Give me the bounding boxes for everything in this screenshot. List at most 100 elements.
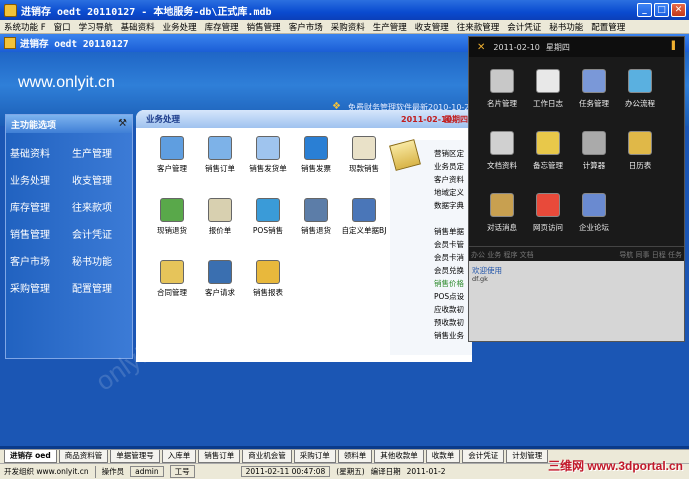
status-weekday: (星期五) — [336, 467, 365, 476]
menu-item[interactable]: 窗口 — [54, 21, 71, 33]
settings-link[interactable]: 营销区定 — [434, 148, 464, 161]
menu-item[interactable]: 会计凭证 — [507, 21, 541, 33]
function-label: 销售订单 — [205, 164, 235, 173]
side-menu-item[interactable]: 基础资料 — [10, 145, 72, 160]
side-menu-item[interactable]: 生产管理 — [72, 145, 134, 160]
office-function-label: 企业论坛 — [579, 223, 609, 232]
window-tab[interactable]: 进销存 oed — [4, 450, 57, 463]
side-menu-item[interactable]: 业务处理 — [10, 172, 72, 187]
office-function-icon — [582, 69, 606, 93]
close-icon[interactable]: ✕ — [477, 42, 485, 53]
window-tab[interactable]: 销售订单 — [198, 450, 241, 463]
office-function-button[interactable]: 工作日志 — [525, 69, 571, 131]
pin-icon[interactable]: ▌ — [672, 41, 678, 50]
window-tab[interactable]: 会计凭证 — [462, 450, 505, 463]
overlay-nav-right[interactable]: 导航 同事 日程 任务 — [619, 250, 682, 260]
side-menu-item[interactable]: 库存管理 — [10, 199, 72, 214]
close-button[interactable]: ✕ — [671, 3, 686, 17]
tools-icon[interactable]: ⚒ — [118, 118, 127, 129]
window-tab[interactable]: 商品资料管 — [58, 450, 109, 463]
side-menu-item[interactable]: 会计凭证 — [72, 226, 134, 241]
office-function-button[interactable]: 办公流程 — [617, 69, 663, 131]
office-function-icon — [536, 131, 560, 155]
settings-link[interactable]: 应收款初 — [434, 304, 464, 317]
function-button[interactable]: 自定义单据BJ — [340, 198, 388, 260]
window-tab[interactable]: 收款单 — [425, 450, 461, 463]
office-function-button[interactable]: 名片管理 — [479, 69, 525, 131]
menu-item[interactable]: 销售管理 — [247, 21, 281, 33]
status-compile-label: 编译日期 — [370, 467, 401, 476]
function-button[interactable]: 销售报表 — [244, 260, 292, 322]
function-button[interactable]: 报价单 — [196, 198, 244, 260]
menu-item[interactable]: 学习导航 — [79, 21, 113, 33]
settings-link[interactable]: 数据字典 — [434, 200, 464, 213]
window-tab[interactable]: 采购订单 — [293, 450, 336, 463]
function-button[interactable]: 合同管理 — [148, 260, 196, 322]
window-tab[interactable]: 单据管理号 — [110, 450, 160, 463]
window-tab[interactable]: 其他收款单 — [374, 450, 424, 463]
settings-link[interactable]: 地域定义 — [434, 187, 464, 200]
minimize-button[interactable]: _ — [637, 3, 652, 17]
window-tab[interactable]: 入库单 — [161, 450, 197, 463]
settings-link[interactable]: POS点设 — [434, 291, 464, 304]
function-button[interactable]: 客户请求 — [196, 260, 244, 322]
settings-link[interactable]: 销售价格 — [434, 278, 464, 291]
menu-item[interactable]: 生产管理 — [373, 21, 407, 33]
function-button[interactable]: 销售订单 — [196, 136, 244, 198]
business-panel: 业务处理 2011-02-10 星期四 客户管理 销售订单 销售发货单 销售发票 现款销… — [136, 110, 472, 362]
panel-weekday: 星期四 — [444, 114, 468, 124]
menu-item[interactable]: 基础资料 — [121, 21, 155, 33]
status-job-label: 工号 — [169, 465, 195, 478]
settings-link[interactable]: 会员兑换 — [434, 265, 464, 278]
function-button[interactable]: 现款销售 — [340, 136, 388, 198]
side-menu-item[interactable]: 客户市场 — [10, 253, 72, 268]
side-menu-item[interactable]: 往来款项 — [72, 199, 134, 214]
function-button[interactable]: POS销售 — [244, 198, 292, 260]
office-function-icon — [628, 131, 652, 155]
office-function-icon — [490, 131, 514, 155]
settings-link[interactable]: 预收款初 — [434, 317, 464, 330]
menu-item[interactable]: 秘书功能 — [549, 21, 583, 33]
window-tab[interactable]: 计划管理 — [506, 450, 549, 463]
function-button[interactable]: 客户管理 — [148, 136, 196, 198]
menu-item[interactable]: 系统功能 F — [4, 21, 46, 33]
side-menu-item[interactable]: 采购管理 — [10, 280, 72, 295]
window-tab[interactable]: 领料单 — [337, 450, 373, 463]
menu-item[interactable]: 配置管理 — [591, 21, 625, 33]
settings-link[interactable]: 会员卡消 — [434, 252, 464, 265]
overlay-nav-left[interactable]: 办公 业务 程序 文档 — [471, 250, 534, 260]
menu-item[interactable]: 客户市场 — [289, 21, 323, 33]
function-label: 销售退货 — [301, 226, 331, 235]
function-button[interactable]: 销售发货单 — [244, 136, 292, 198]
settings-link[interactable]: 客户资料 — [434, 174, 464, 187]
office-function-button[interactable]: 备忘管理 — [525, 131, 571, 193]
settings-link[interactable]: 销售单据 — [434, 226, 464, 239]
overlay-date: 2011-02-10 — [493, 42, 540, 52]
menu-item[interactable]: 业务处理 — [163, 21, 197, 33]
menu-item[interactable]: 采购资料 — [331, 21, 365, 33]
menu-item[interactable]: 库存管理 — [205, 21, 239, 33]
side-menu-item[interactable]: 秘书功能 — [72, 253, 134, 268]
office-function-button[interactable]: 文档资料 — [479, 131, 525, 193]
inner-window-title: 进销存 oedt 20110127 — [20, 39, 129, 50]
side-menu-item[interactable]: 配置管理 — [72, 280, 134, 295]
office-function-label: 日历表 — [628, 161, 652, 170]
window-tab[interactable]: 商业机会管 — [242, 450, 292, 463]
function-button[interactable]: 现销退货 — [148, 198, 196, 260]
menu-item[interactable]: 往来款管理 — [457, 21, 500, 33]
office-function-button[interactable]: 日历表 — [617, 131, 663, 193]
function-button[interactable]: 销售退货 — [292, 198, 340, 260]
office-function-label: 文档资料 — [487, 161, 517, 170]
function-button[interactable]: 销售发票 — [292, 136, 340, 198]
side-menu-item[interactable]: 收支管理 — [72, 172, 134, 187]
settings-link[interactable] — [434, 213, 464, 226]
office-function-button[interactable]: 任务管理 — [571, 69, 617, 131]
settings-link[interactable]: 业务员定 — [434, 161, 464, 174]
side-menu-item[interactable]: 销售管理 — [10, 226, 72, 241]
maximize-button[interactable]: □ — [654, 3, 669, 17]
settings-link[interactable]: 销售业务 — [434, 330, 464, 343]
office-function-button[interactable]: 计算器 — [571, 131, 617, 193]
menu-item[interactable]: 收支管理 — [415, 21, 449, 33]
app-title-bar: 进销存 oedt 20110127 - 本地服务-db\正式库.mdb _ □ … — [0, 0, 689, 20]
settings-link[interactable]: 会员卡管 — [434, 239, 464, 252]
